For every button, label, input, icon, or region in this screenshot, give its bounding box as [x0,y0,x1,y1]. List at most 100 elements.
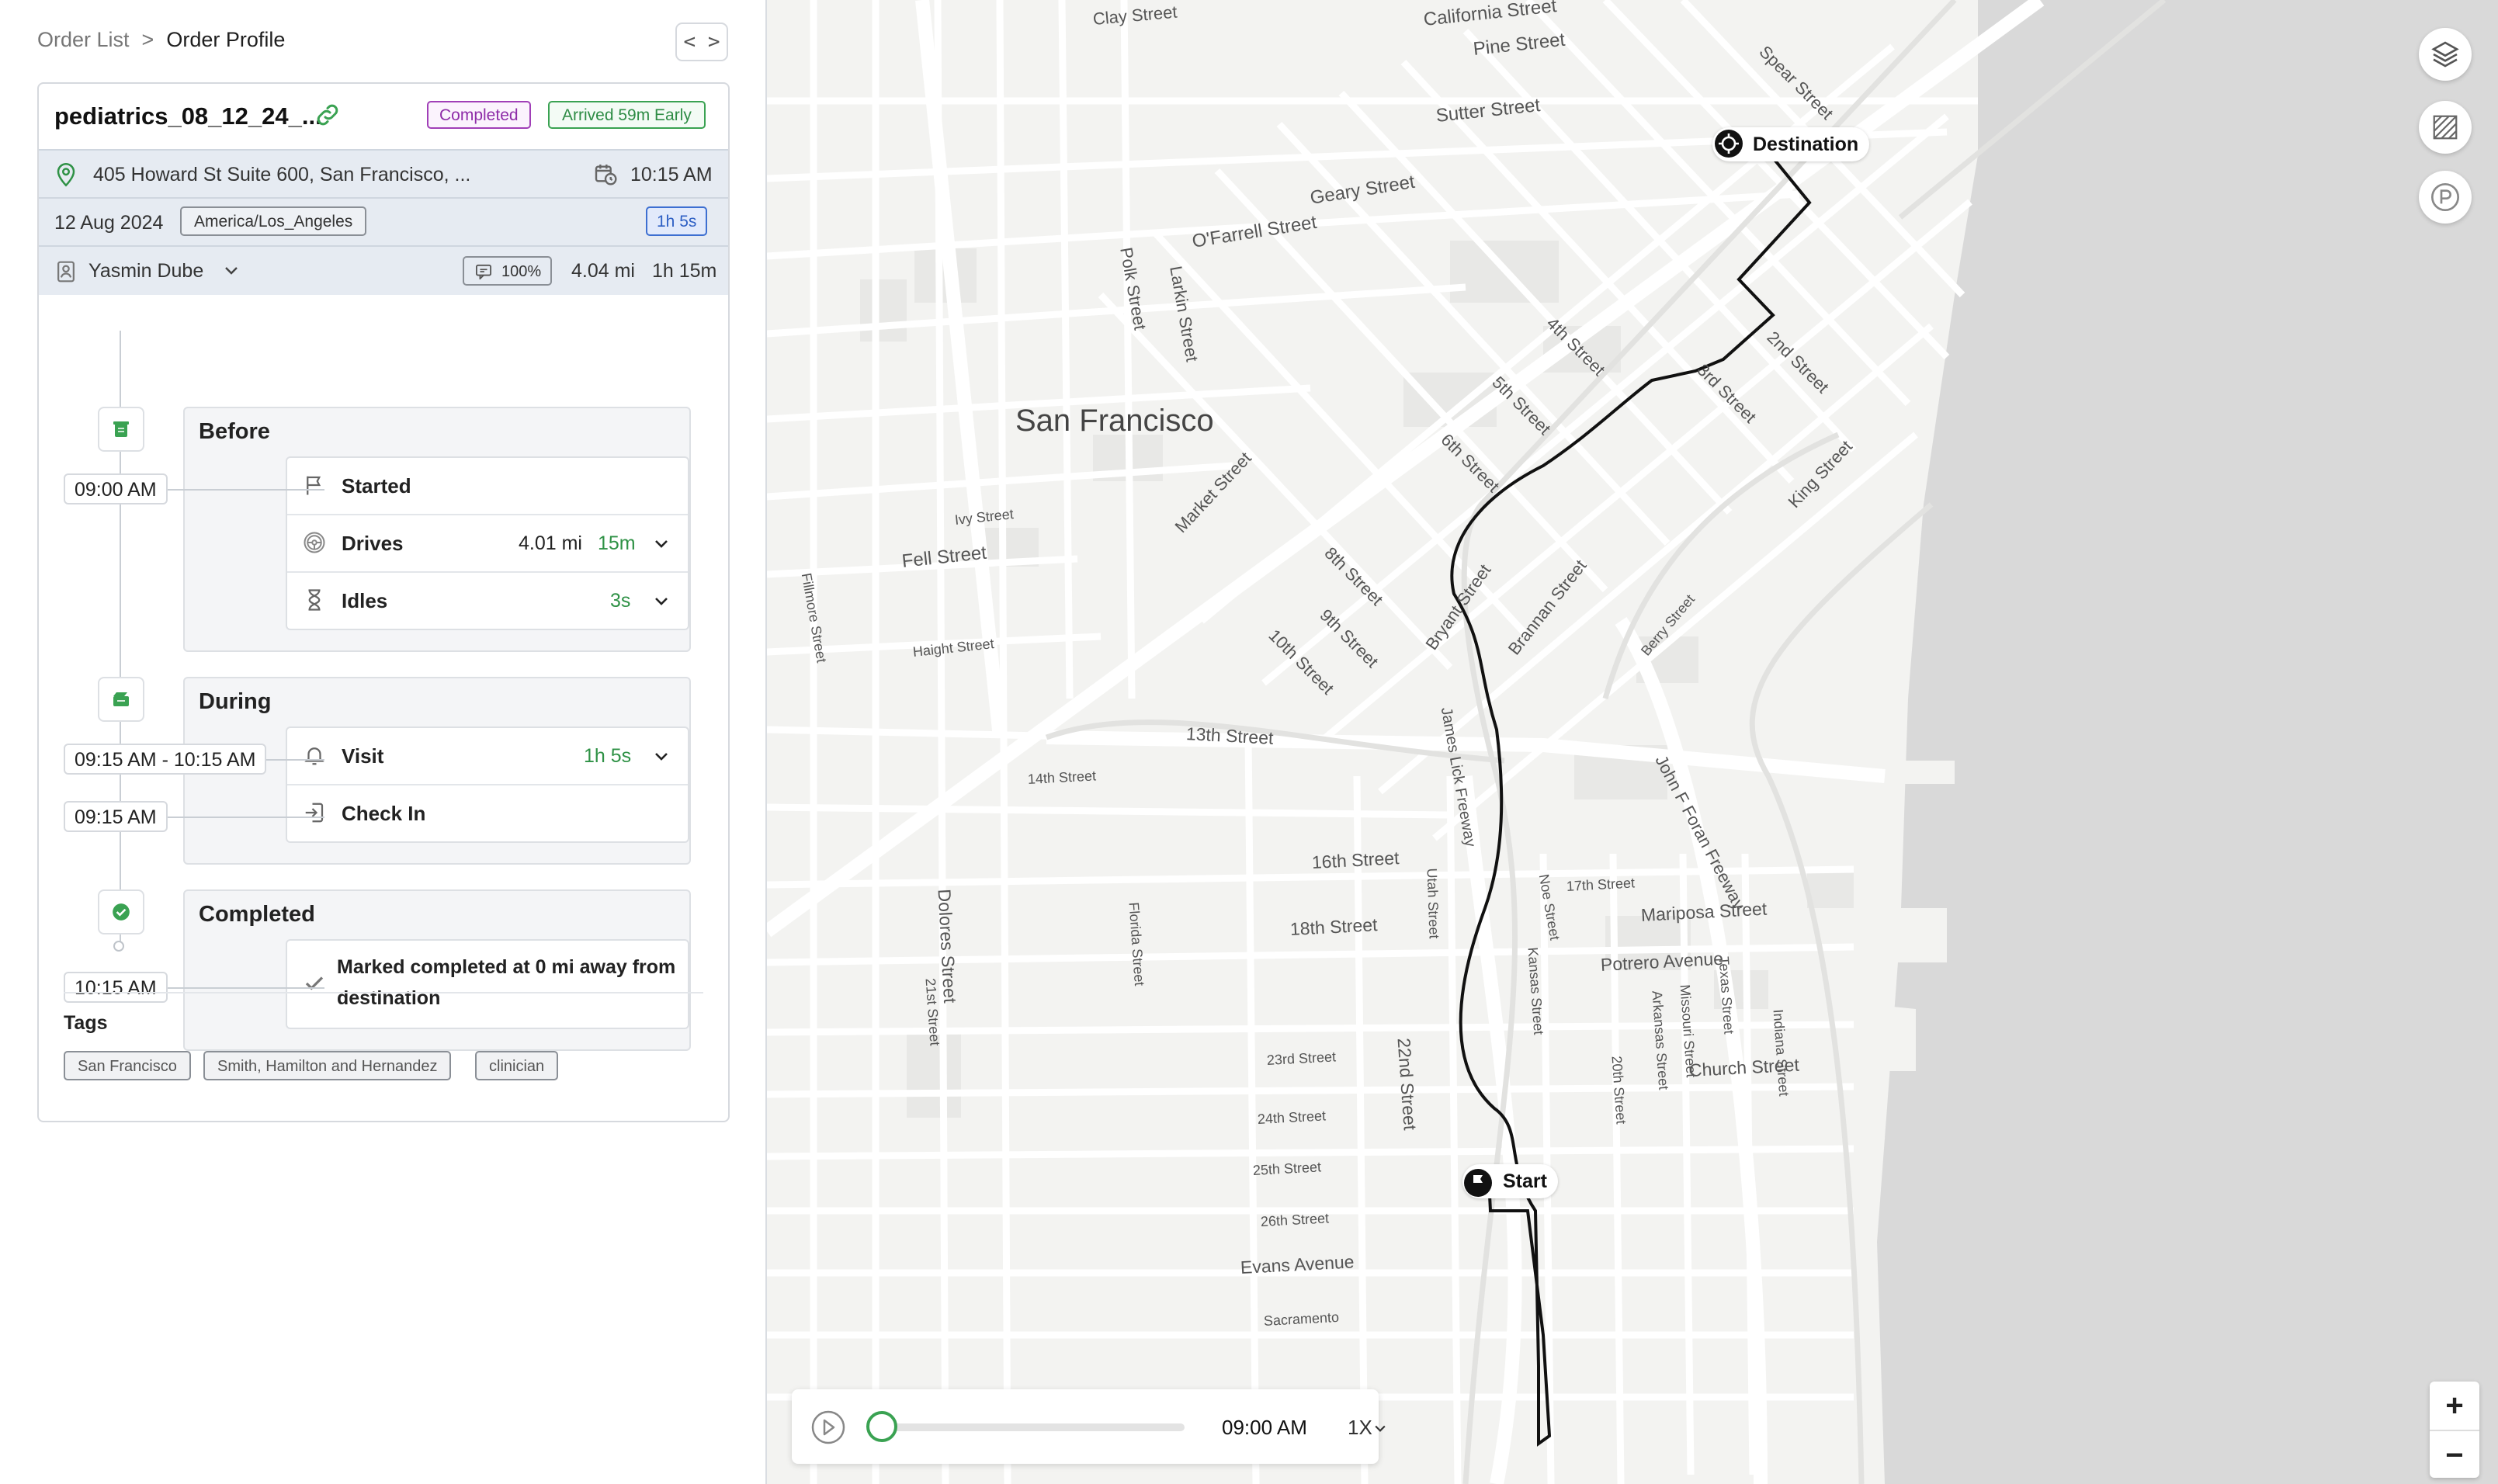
chevron-down-icon[interactable] [1372,1420,1388,1436]
before-section-icon [98,407,144,452]
hatch-icon [2433,115,2458,140]
date-row: 12 Aug 2024 America/Los_Angeles 1h 5s [39,197,728,247]
checkmark-icon [303,972,326,999]
zoom-out-button[interactable]: − [2430,1431,2479,1479]
tag-chip: Smith, Hamilton and Hernandez [203,1051,452,1080]
playback-bar: 09:00 AM 1X [792,1389,1386,1464]
completed-section-title: Completed [199,902,315,927]
parking-icon [2431,183,2459,211]
location-pin-icon [54,161,78,192]
completed-message: Marked completed at 0 mi away from desti… [337,956,676,1009]
order-title: pediatrics_08_12_24_... [54,102,322,130]
chevron-down-icon[interactable] [652,534,671,556]
total-time: 1h 15m [652,260,717,282]
timeline-end-dot [113,941,124,952]
idles-row[interactable]: Idles 3s [287,573,688,629]
checkin-label: Check In [342,802,426,825]
breadcrumb: Order List > Order Profile [37,28,285,52]
arrival-badge: Arrived 59m Early [548,101,706,129]
chevron-down-icon[interactable] [652,591,671,614]
order-header: pediatrics_08_12_24_... Completed Arrive… [39,84,728,149]
playback-track[interactable] [874,1423,1185,1431]
order-panel: Order List > Order Profile < > pediatrics_… [0,0,767,1484]
check-in-icon [303,801,326,828]
zoom-in-button[interactable]: + [2430,1382,2479,1431]
playback-handle[interactable] [866,1411,897,1442]
steering-wheel-icon [303,531,326,558]
bell-icon [303,744,326,771]
tag-chip: San Francisco [64,1051,191,1080]
during-section-icon [98,677,144,722]
drives-row[interactable]: Drives 4.01 mi 15m [287,515,688,573]
address-text: 405 Howard St Suite 600, San Francisco, … [93,164,471,186]
flag-icon [303,473,326,501]
breadcrumb-order-list[interactable]: Order List [37,28,130,51]
map-base [767,0,2498,1484]
calendar-clock-icon [593,161,618,190]
idles-duration: 3s [610,590,631,612]
drives-duration: 15m [598,532,636,554]
checkin-time: 09:15 AM [64,801,168,832]
completed-section: Completed Marked completed at 0 mi away … [183,889,691,1051]
city-label: San Francisco [1015,404,1214,438]
during-section-title: During [199,689,272,714]
tags-heading: Tags [64,1012,108,1034]
order-date: 12 Aug 2024 [54,212,164,234]
assignee-row: Yasmin Dube 100% 4.04 mi 1h 15m [39,245,728,295]
completed-time: 10:15 AM [64,972,168,1003]
start-marker[interactable]: Start [1462,1164,1558,1198]
before-items: Started Drives 4.01 mi 15m Idles 3s [286,456,689,630]
destination-icon [1715,130,1743,158]
match-percent-text: 100% [501,263,542,280]
started-row: Started [287,458,688,515]
street-label: Utah Street [1424,868,1442,939]
destination-label: Destination [1753,133,1859,155]
visit-row[interactable]: Visit 1h 5s [287,728,688,785]
drives-label: Drives [342,532,404,555]
tags-divider [64,992,703,993]
completed-items: Marked completed at 0 mi away from desti… [286,939,689,1029]
breadcrumb-order-profile: Order Profile [166,28,286,51]
chat-icon [476,264,491,279]
assignee-name[interactable]: Yasmin Dube [88,260,203,283]
visit-label: Visit [342,744,384,768]
layers-icon [2431,41,2459,68]
status-badge: Completed [427,101,531,129]
scheduled-time: 10:15 AM [630,164,713,186]
collapse-toggle-button[interactable]: < > [675,23,728,61]
play-icon[interactable] [810,1409,846,1445]
playback-speed[interactable]: 1X [1348,1416,1372,1440]
layers-button[interactable] [2419,28,2472,81]
chevron-down-icon[interactable] [222,261,241,283]
during-items: Visit 1h 5s Check In [286,726,689,843]
visit-time: 09:15 AM - 10:15 AM [64,744,267,775]
start-label: Start [1503,1170,1547,1192]
total-distance: 4.04 mi [571,260,635,282]
breadcrumb-separator: > [141,28,154,51]
idles-label: Idles [342,589,388,612]
user-icon [54,259,78,288]
before-section: Before Started Drives 4.01 mi 15m Idles … [183,407,691,652]
checkin-row: Check In [287,785,688,841]
completed-section-icon [98,889,144,934]
started-label: Started [342,474,411,498]
address-row: 405 Howard St Suite 600, San Francisco, … [39,149,728,199]
timezone-badge: America/Los_Angeles [180,206,367,236]
destination-marker[interactable]: Destination [1712,127,1870,161]
chevron-down-icon[interactable] [652,747,671,769]
playback-time: 09:00 AM [1222,1416,1307,1439]
zoom-controls: + − [2430,1382,2479,1478]
pattern-button[interactable] [2419,101,2472,154]
match-percent-badge: 100% [463,256,553,286]
parking-button[interactable] [2419,171,2472,224]
visit-duration-badge: 1h 5s [646,206,708,236]
before-section-title: Before [199,419,270,444]
before-time: 09:00 AM [64,473,168,504]
hourglass-icon [303,588,326,615]
drives-distance: 4.01 mi [519,532,582,554]
order-card: pediatrics_08_12_24_... Completed Arrive… [37,82,730,1122]
link-icon[interactable] [314,101,342,133]
start-flag-icon [1464,1169,1492,1197]
tag-chip: clinician [475,1051,559,1080]
route-map[interactable]: San Francisco Clay Street California Str… [767,0,2498,1484]
